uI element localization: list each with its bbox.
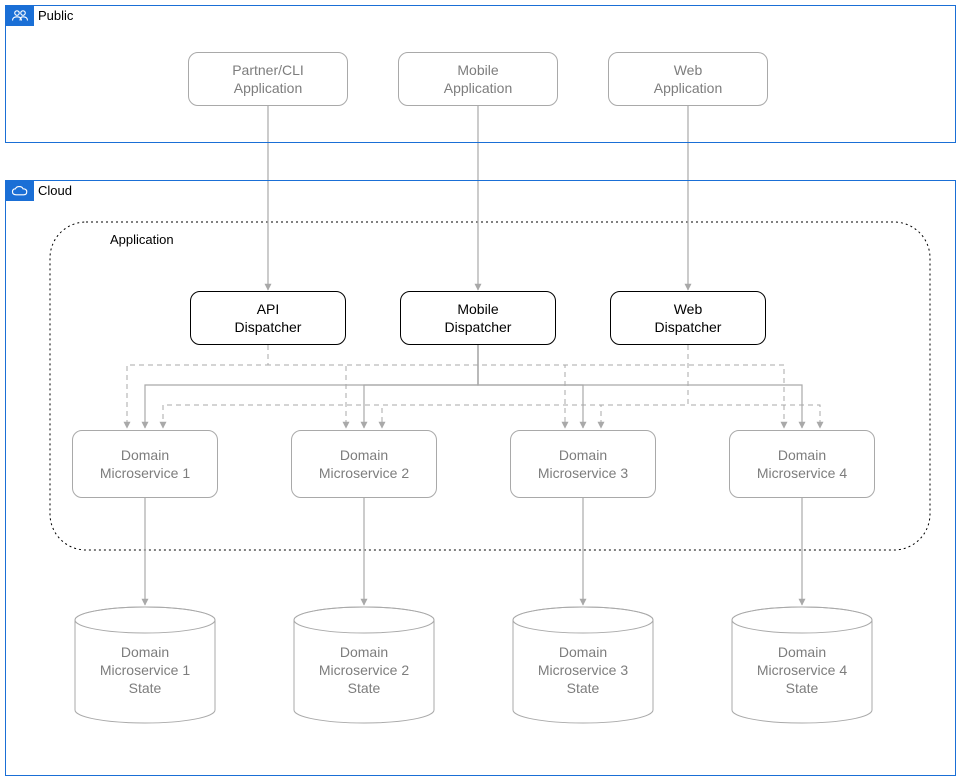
state-2-label: DomainMicroservice 2State xyxy=(291,643,437,698)
state-4-label: DomainMicroservice 4State xyxy=(729,643,875,698)
cloud-zone-title: Cloud xyxy=(38,183,72,198)
microservice-2: DomainMicroservice 2 xyxy=(291,430,437,498)
microservice-3-label: DomainMicroservice 3 xyxy=(538,446,628,482)
client-web-label: WebApplication xyxy=(654,61,723,97)
client-partner-label: Partner/CLIApplication xyxy=(232,61,304,97)
dispatcher-web: WebDispatcher xyxy=(610,291,766,345)
microservice-4-label: DomainMicroservice 4 xyxy=(757,446,847,482)
dispatcher-mobile: MobileDispatcher xyxy=(400,291,556,345)
state-3-label: DomainMicroservice 3State xyxy=(510,643,656,698)
microservice-2-label: DomainMicroservice 2 xyxy=(319,446,409,482)
client-partner: Partner/CLIApplication xyxy=(188,52,348,106)
microservice-1: DomainMicroservice 1 xyxy=(72,430,218,498)
state-1-label: DomainMicroservice 1State xyxy=(72,643,218,698)
microservice-4: DomainMicroservice 4 xyxy=(729,430,875,498)
public-zone-title: Public xyxy=(38,8,73,23)
state-2: DomainMicroservice 2State xyxy=(291,606,437,724)
dispatcher-api-label: APIDispatcher xyxy=(235,300,302,336)
state-4: DomainMicroservice 4State xyxy=(729,606,875,724)
microservice-3: DomainMicroservice 3 xyxy=(510,430,656,498)
public-icon xyxy=(6,6,34,26)
dispatcher-mobile-label: MobileDispatcher xyxy=(445,300,512,336)
client-mobile: MobileApplication xyxy=(398,52,558,106)
microservice-1-label: DomainMicroservice 1 xyxy=(100,446,190,482)
application-region-title: Application xyxy=(110,232,174,247)
client-mobile-label: MobileApplication xyxy=(444,61,513,97)
users-icon xyxy=(11,9,29,23)
state-1: DomainMicroservice 1State xyxy=(72,606,218,724)
client-web: WebApplication xyxy=(608,52,768,106)
dispatcher-web-label: WebDispatcher xyxy=(655,300,722,336)
dispatcher-api: APIDispatcher xyxy=(190,291,346,345)
cloud-icon xyxy=(6,181,34,201)
cloud-glyph xyxy=(11,184,29,198)
diagram-canvas: Public Partner/CLIApplication MobileAppl… xyxy=(0,0,961,781)
state-3: DomainMicroservice 3State xyxy=(510,606,656,724)
